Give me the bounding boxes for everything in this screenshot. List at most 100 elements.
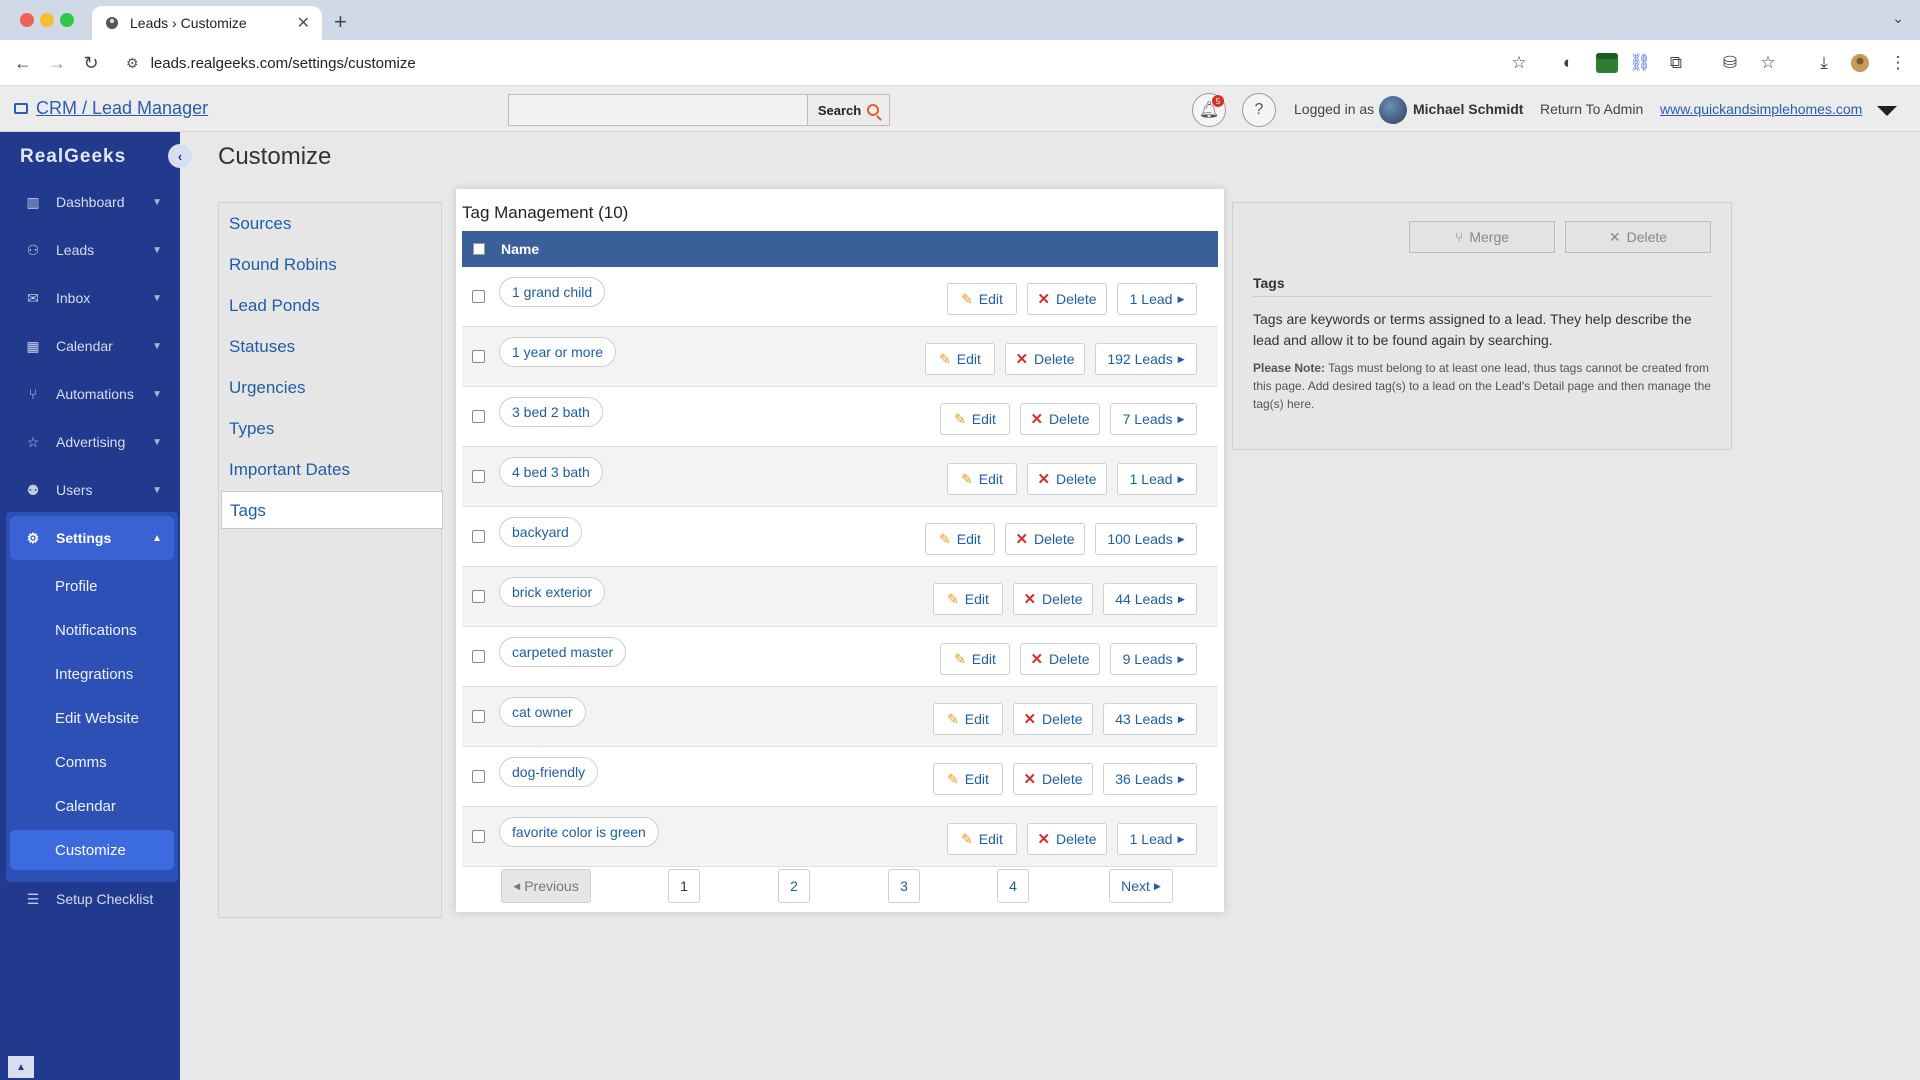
extensions-puzzle-icon[interactable]: ⧉: [1664, 51, 1688, 75]
page-button-1[interactable]: 1: [668, 869, 700, 903]
help-button[interactable]: ?: [1242, 93, 1276, 127]
downloads-icon[interactable]: ⤓: [1812, 51, 1836, 75]
leads-count-button[interactable]: 192 Leads ▶: [1095, 343, 1197, 375]
delete-selected-button[interactable]: ✕ Delete: [1565, 221, 1711, 253]
edit-button[interactable]: ✎ Edit: [933, 703, 1003, 735]
edit-button[interactable]: ✎ Edit: [933, 583, 1003, 615]
forward-button[interactable]: →: [44, 50, 70, 76]
row-checkbox[interactable]: [472, 650, 485, 663]
submenu-item-notifications[interactable]: Notifications: [10, 610, 174, 650]
back-button[interactable]: ←: [10, 50, 36, 76]
row-checkbox[interactable]: [472, 530, 485, 543]
leads-count-button[interactable]: 43 Leads ▶: [1103, 703, 1197, 735]
sidebar-item-inbox[interactable]: ✉ Inbox ▼: [10, 276, 174, 320]
delete-button[interactable]: ✕ Delete: [1027, 283, 1107, 315]
collapse-sidebar-chevron-left-icon[interactable]: ‹: [168, 144, 192, 168]
select-all-checkbox[interactable]: [473, 243, 485, 255]
leads-count-button[interactable]: 1 Lead ▶: [1117, 283, 1197, 315]
tag-name[interactable]: brick exterior: [499, 577, 606, 607]
reload-button[interactable]: ↻: [78, 50, 104, 76]
sidebar-item-automations[interactable]: ⑂ Automations ▼: [10, 372, 174, 416]
leads-count-button[interactable]: 7 Leads ▶: [1110, 403, 1197, 435]
tag-name[interactable]: 1 grand child: [499, 277, 606, 307]
site-settings-icon[interactable]: ⚙: [126, 55, 139, 72]
edit-button[interactable]: ✎ Edit: [925, 523, 995, 555]
edit-button[interactable]: ✎ Edit: [940, 403, 1010, 435]
delete-button[interactable]: ✕ Delete: [1027, 823, 1107, 855]
edit-button[interactable]: ✎ Edit: [933, 763, 1003, 795]
delete-button[interactable]: ✕ Delete: [1020, 643, 1100, 675]
website-dropdown-caret-icon[interactable]: [1877, 106, 1897, 116]
maximize-window-button[interactable]: [60, 13, 74, 27]
user-avatar[interactable]: [1379, 96, 1407, 124]
address-bar[interactable]: ⚙ leads.realgeeks.com/settings/customize: [126, 48, 1526, 78]
delete-button[interactable]: ✕ Delete: [1013, 583, 1093, 615]
edit-button[interactable]: ✎ Edit: [947, 463, 1017, 495]
submenu-item-calendar[interactable]: Calendar: [10, 786, 174, 826]
close-window-button[interactable]: [20, 13, 34, 27]
leads-count-button[interactable]: 1 Lead ▶: [1117, 463, 1197, 495]
customize-nav-statuses[interactable]: Statuses: [229, 337, 295, 357]
minimize-window-button[interactable]: [40, 13, 54, 27]
row-checkbox[interactable]: [472, 770, 485, 783]
customize-nav-sources[interactable]: Sources: [229, 214, 291, 234]
new-tab-button[interactable]: +: [334, 9, 347, 35]
submenu-item-profile[interactable]: Profile: [10, 566, 174, 606]
sidebar-item-users[interactable]: ⚉ Users ▼: [10, 468, 174, 512]
calendar-extension-icon[interactable]: [1592, 51, 1622, 75]
leads-count-button[interactable]: 36 Leads ▶: [1103, 763, 1197, 795]
scroll-up-arrow-icon[interactable]: ▲: [8, 1056, 34, 1078]
customize-nav-lead-ponds[interactable]: Lead Ponds: [229, 296, 320, 316]
notifications-button[interactable]: 🔔︎ 5: [1192, 93, 1226, 127]
edit-button[interactable]: ✎ Edit: [947, 283, 1017, 315]
delete-button[interactable]: ✕ Delete: [1005, 523, 1085, 555]
edit-button[interactable]: ✎ Edit: [940, 643, 1010, 675]
tag-name[interactable]: 1 year or more: [499, 337, 617, 367]
leads-count-button[interactable]: 9 Leads ▶: [1110, 643, 1197, 675]
leads-count-button[interactable]: 100 Leads ▶: [1095, 523, 1197, 555]
row-checkbox[interactable]: [472, 350, 485, 363]
tag-name[interactable]: 4 bed 3 bath: [499, 457, 603, 487]
customize-nav-urgencies[interactable]: Urgencies: [229, 378, 306, 398]
edit-button[interactable]: ✎ Edit: [947, 823, 1017, 855]
browser-menu-icon[interactable]: ⋮: [1886, 51, 1910, 75]
row-checkbox[interactable]: [472, 470, 485, 483]
delete-button[interactable]: ✕ Delete: [1013, 763, 1093, 795]
submenu-item-comms[interactable]: Comms: [10, 742, 174, 782]
submenu-item-edit-website[interactable]: Edit Website: [10, 698, 174, 738]
bookmark-star-icon[interactable]: ☆: [1507, 51, 1531, 75]
website-link[interactable]: www.quickandsimplehomes.com: [1660, 101, 1862, 117]
page-button-4[interactable]: 4: [997, 869, 1029, 903]
row-checkbox[interactable]: [472, 830, 485, 843]
row-checkbox[interactable]: [472, 290, 485, 303]
page-button-3[interactable]: 3: [888, 869, 920, 903]
submenu-item-integrations[interactable]: Integrations: [10, 654, 174, 694]
sidebar-item-advertising[interactable]: ☆ Advertising ▼: [10, 420, 174, 464]
previous-page-button[interactable]: ◀ Previous: [501, 869, 591, 903]
sidebar-item-leads[interactable]: ⚇ Leads ▼: [10, 228, 174, 272]
crm-home-link[interactable]: CRM / Lead Manager: [14, 98, 208, 119]
bookmarks-icon[interactable]: ☆: [1756, 51, 1780, 75]
tag-name[interactable]: carpeted master: [499, 637, 627, 667]
extension-1-icon[interactable]: ◐: [1556, 51, 1580, 75]
sidebar-item-calendar[interactable]: ▦ Calendar ▼: [10, 324, 174, 368]
tag-name[interactable]: favorite color is green: [499, 817, 659, 847]
page-button-2[interactable]: 2: [778, 869, 810, 903]
sidebar-item-setup-checklist[interactable]: ☰ Setup Checklist: [10, 877, 174, 921]
sidebar-item-settings[interactable]: ⚙ Settings ▲: [10, 516, 174, 560]
delete-button[interactable]: ✕ Delete: [1005, 343, 1085, 375]
leads-count-button[interactable]: 1 Lead ▶: [1117, 823, 1197, 855]
tag-name[interactable]: dog-friendly: [499, 757, 599, 787]
row-checkbox[interactable]: [472, 410, 485, 423]
tag-name[interactable]: cat owner: [499, 697, 586, 727]
next-page-button[interactable]: Next ▶: [1109, 869, 1173, 903]
row-checkbox[interactable]: [472, 590, 485, 603]
link-extension-icon[interactable]: ⛓: [1628, 51, 1652, 75]
return-to-admin-link[interactable]: Return To Admin: [1540, 101, 1643, 117]
delete-button[interactable]: ✕ Delete: [1013, 703, 1093, 735]
delete-button[interactable]: ✕ Delete: [1027, 463, 1107, 495]
search-input[interactable]: [508, 94, 808, 126]
browser-tab[interactable]: Leads › Customize ✕: [92, 6, 322, 40]
submenu-item-customize[interactable]: Customize: [10, 830, 174, 870]
edit-button[interactable]: ✎ Edit: [925, 343, 995, 375]
